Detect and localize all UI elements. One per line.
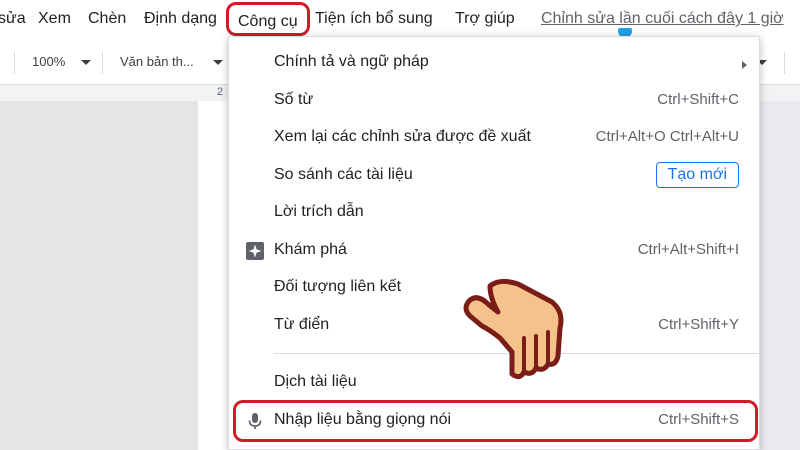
menu-item-shortcut: Ctrl+Alt+O Ctrl+Alt+U [595,128,739,145]
menu-item-review-suggested-edits[interactable]: Xem lại các chỉnh sửa được đề xuất Ctrl+… [229,120,759,156]
explore-icon [246,242,264,260]
menu-edit[interactable]: sửa [0,10,26,28]
menu-item-label: Đối tượng liên kết [274,278,402,295]
menu-item-shortcut: Ctrl+Alt+Shift+I [637,241,739,258]
zoom-select[interactable]: 100% [32,54,65,69]
menu-item-citations[interactable]: Lời trích dẫn [229,195,759,231]
menu-item-spelling-grammar[interactable]: Chính tả và ngữ pháp [229,45,759,81]
menu-format[interactable]: Định dạng [144,10,217,28]
menu-item-label: Khám phá [274,241,347,258]
menu-help[interactable]: Trợ giúp [455,10,515,28]
document-margin [758,101,800,450]
menu-view[interactable]: Xem [38,10,71,28]
menu-item-label: Xem lại các chỉnh sửa được đề xuất [274,128,531,145]
menu-item-word-count[interactable]: Số từ Ctrl+Shift+C [229,83,759,119]
menu-item-label: So sánh các tài liệu [274,166,413,183]
menu-tools[interactable]: Công cụ [226,2,310,36]
menu-item-shortcut: Ctrl+Shift+C [657,91,739,108]
menu-item-compare-documents[interactable]: So sánh các tài liệu Tạo mới [229,158,759,194]
menu-item-label: Dịch tài liệu [274,373,357,390]
menu-addons[interactable]: Tiện ích bổ sung [315,10,433,28]
menu-item-label: Từ điển [274,316,330,333]
menu-item-label: Nhập liệu bằng giọng nói [274,411,452,428]
menu-insert[interactable]: Chèn [88,10,126,28]
document-outline-area [0,101,198,450]
dropdown-caret-icon [213,60,223,65]
menu-item-shortcut: Ctrl+Shift+S [658,411,739,428]
menu-item-explore[interactable]: Khám phá Ctrl+Alt+Shift+I [229,233,759,269]
submenu-arrow-icon [742,61,747,69]
toolbar-divider [14,52,15,74]
dropdown-caret-icon [81,60,91,65]
microphone-icon [248,413,262,429]
menu-item-voice-typing[interactable]: Nhập liệu bằng giọng nói Ctrl+Shift+S [229,403,759,439]
toolbar-divider [102,52,103,74]
menu-item-label: Chính tả và ngữ pháp [274,53,429,70]
new-badge-button[interactable]: Tạo mới [655,162,739,188]
menu-item-label: Số từ [274,91,314,108]
menu-item-shortcut: Ctrl+Shift+Y [658,316,739,333]
style-select[interactable]: Văn bản th... [120,54,194,69]
last-edit-link[interactable]: Chỉnh sửa lần cuối cách đây 1 giờ [541,10,784,28]
pointing-hand-icon [463,278,564,380]
menu-item-label: Lời trích dẫn [274,203,364,220]
ruler-number: 2 [217,86,224,98]
